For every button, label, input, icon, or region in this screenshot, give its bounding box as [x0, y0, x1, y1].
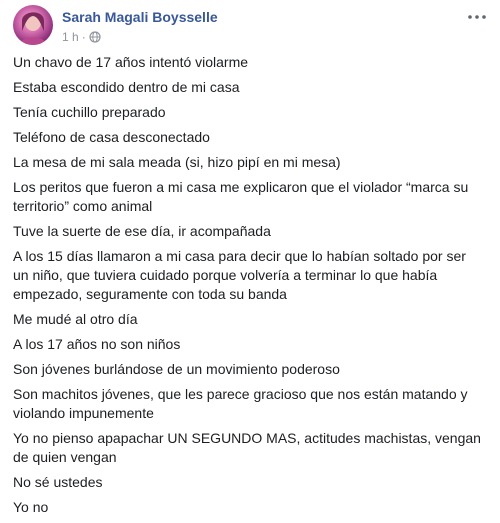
post-text-line: Son jóvenes burlándose de un movimiento … — [13, 361, 340, 377]
post-text-line: A los 17 años no son niños — [13, 336, 181, 352]
post-text-line: Me mudé al otro día — [13, 311, 138, 327]
post-timestamp[interactable]: 1 h — [62, 30, 79, 44]
more-options-button[interactable] — [466, 10, 488, 24]
avatar-photo — [19, 12, 47, 45]
globe-icon — [89, 31, 101, 43]
post-text-line: La mesa de mi sala meada (si, hizo pipí … — [13, 154, 341, 170]
post-meta: 1 h · — [62, 30, 101, 44]
post-text-line: Yo no — [13, 499, 49, 515]
post-header: Sarah Magali Boysselle 1 h · — [0, 0, 500, 52]
post-text-line: Tenía cuchillo preparado — [13, 104, 166, 120]
post-text-line: Estaba escondido dentro de mi casa — [13, 79, 240, 95]
post-text-line: Yo no pienso apapachar UN SEGUNDO MAS, a… — [13, 430, 481, 465]
post-text-line: Teléfono de casa desconectado — [13, 129, 210, 145]
post-text-line: A los 15 días llamaron a mi casa para de… — [13, 248, 466, 302]
post-text-line: Son machitos jóvenes, que les parece gra… — [13, 386, 468, 421]
post-body: Un chavo de 17 años intentó violarme Esta… — [13, 53, 483, 523]
post-text-line: Un chavo de 17 años intentó violarme — [13, 54, 249, 70]
post-text-line: No sé ustedes — [13, 474, 103, 490]
author-name-link[interactable]: Sarah Magali Boysselle — [62, 9, 218, 25]
avatar[interactable] — [13, 5, 53, 45]
meta-separator: · — [81, 30, 86, 44]
post-text-line: Tuve la suerte de ese día, ir acompañada — [13, 223, 271, 239]
post-text-line: Los peritos que fueron a mi casa me expl… — [13, 179, 469, 214]
more-options-icon — [468, 15, 486, 19]
